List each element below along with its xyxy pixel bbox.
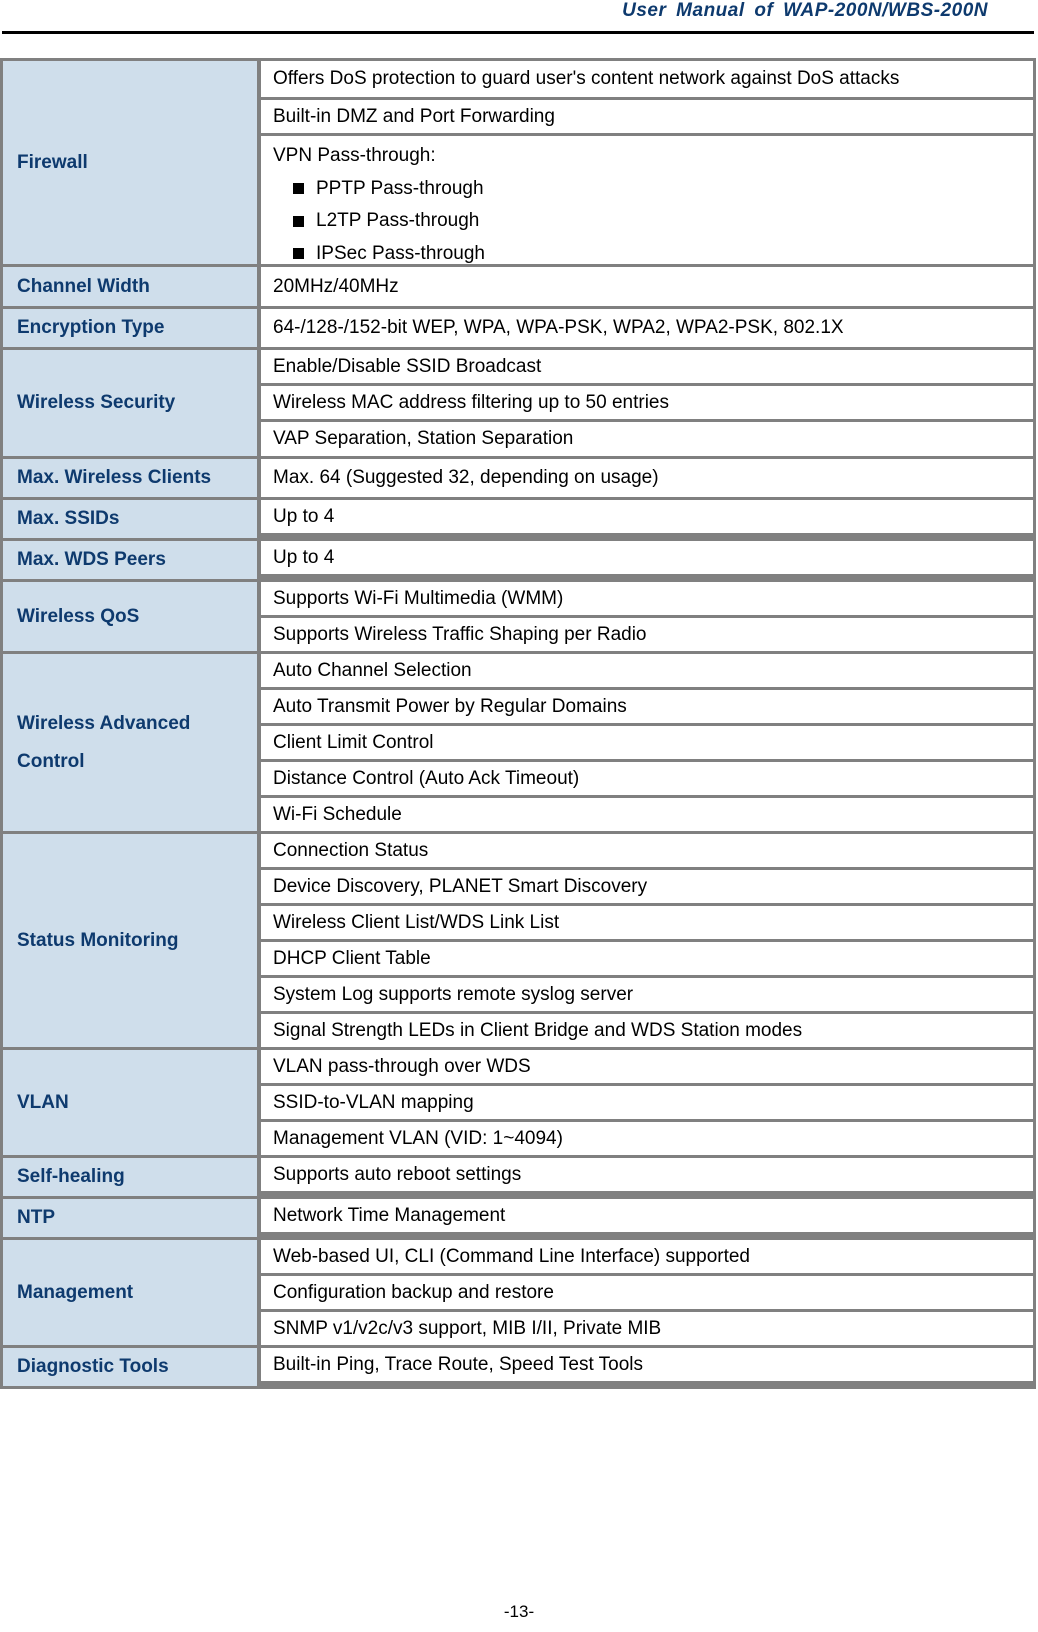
vpn-bullet-text: PPTP Pass-through [316,177,484,199]
spec-value: Built-in Ping, Trace Route, Speed Test T… [261,1348,1033,1381]
spec-label: Diagnostic Tools [3,1348,257,1386]
spec-value: Client Limit Control [261,726,1033,759]
spec-value: Management VLAN (VID: 1~4094) [261,1122,1033,1155]
spec-label: Channel Width [3,267,257,306]
spec-value: Auto Transmit Power by Regular Domains [261,690,1033,723]
spec-value: SNMP v1/v2c/v3 support, MIB I/II, Privat… [261,1312,1033,1345]
spec-label: NTP [3,1199,257,1237]
spec-group: Max. WDS Peers Up to 4 [3,541,1036,579]
spec-value: Enable/Disable SSID Broadcast [261,350,1033,383]
spec-group: Management Web-based UI, CLI (Command Lin… [3,1240,1036,1345]
vpn-bullet-item: IPSec Pass-through [273,238,1021,271]
vpn-bullet-item: L2TP Pass-through [273,205,1021,238]
spec-value: Network Time Management [261,1199,1033,1232]
spec-label: Self-healing [3,1158,257,1196]
spec-value: VAP Separation, Station Separation [261,422,1033,456]
spec-label: Wireless Advanced Control [3,654,257,831]
spec-label: Max. WDS Peers [3,541,257,579]
page-number: -13- [503,1602,535,1621]
spec-value: Supports Wireless Traffic Shaping per Ra… [261,618,1033,651]
spec-group: Channel Width 20MHz/40MHz [3,267,1036,306]
spec-value: System Log supports remote syslog server [261,978,1033,1011]
spec-group: Encryption Type 64-/128-/152-bit WEP, WPA… [3,309,1036,347]
vpn-bullet-text: L2TP Pass-through [316,210,480,231]
spec-label: Encryption Type [3,309,257,347]
spec-group: Wireless QoS Supports Wi-Fi Multimedia (W… [3,582,1036,651]
spec-value: Wireless MAC address filtering up to 50 … [261,386,1033,419]
spec-value: Web-based UI, CLI (Command Line Interfac… [261,1240,1033,1273]
header-rule [2,31,1034,34]
spec-value: Supports Wi-Fi Multimedia (WMM) [261,582,1033,615]
vpn-title: VPN Pass-through: [273,145,436,166]
spec-value: Connection Status [261,834,1033,867]
spec-label: VLAN [3,1050,257,1155]
spec-value: Signal Strength LEDs in Client Bridge an… [261,1014,1033,1047]
spec-table: Firewall Offers DoS protection to guard u… [0,58,1036,1389]
spec-group: Wireless Advanced Control Auto Channel Se… [3,654,1036,831]
square-bullet-icon [293,215,304,227]
spec-value: 64-/128-/152-bit WEP, WPA, WPA-PSK, WPA2… [261,309,1033,347]
spec-label: Max. SSIDs [3,500,257,538]
spec-label: Max. Wireless Clients [3,459,257,497]
spec-group: Wireless Security Enable/Disable SSID Bro… [3,350,1036,456]
spec-group: Max. SSIDs Up to 4 [3,500,1036,538]
spec-label: Wireless Security [3,350,257,456]
spec-value: Device Discovery, PLANET Smart Discovery [261,870,1033,903]
spec-value: Configuration backup and restore [261,1276,1033,1309]
spec-group: Firewall Offers DoS protection to guard u… [3,61,1036,264]
spec-value: Max. 64 (Suggested 32, depending on usag… [261,459,1033,497]
square-bullet-icon [293,183,304,195]
spec-group: Self-healing Supports auto reboot setting… [3,1158,1036,1196]
spec-value: 20MHz/40MHz [261,267,1033,306]
page-header-title: User Manual of WAP-200N/WBS-200N [622,0,988,21]
spec-group: VLAN VLAN pass-through over WDS SSID-to-VL… [3,1050,1036,1155]
vpn-bullet-text: IPSec Pass-through [316,242,485,264]
spec-value: Distance Control (Auto Ack Timeout) [261,762,1033,795]
spec-value: Auto Channel Selection [261,654,1033,687]
spec-value: Offers DoS protection to guard user's co… [261,61,1033,97]
vpn-passthrough-cell: VPN Pass-through: PPTP Pass-through L2TP P… [261,136,1033,264]
spec-group: Diagnostic Tools Built-in Ping, Trace Rou… [3,1348,1036,1386]
spec-label: Status Monitoring [3,834,257,1047]
spec-group: NTP Network Time Management [3,1199,1036,1237]
spec-value: Wireless Client List/WDS Link List [261,906,1033,939]
spec-label: Management [3,1240,257,1345]
spec-value: VLAN pass-through over WDS [261,1050,1033,1083]
spec-value: Wi-Fi Schedule [261,798,1033,831]
spec-group: Status Monitoring Connection Status Device… [3,834,1036,1047]
spec-label: Firewall [3,61,257,264]
spec-value: SSID-to-VLAN mapping [261,1086,1033,1119]
spec-value: Up to 4 [261,541,1033,574]
spec-value: Up to 4 [261,500,1033,533]
spec-value: Built-in DMZ and Port Forwarding [261,100,1033,133]
spec-group: Max. Wireless Clients Max. 64 (Suggested … [3,459,1036,497]
spec-label: Wireless QoS [3,582,257,651]
spec-value: Supports auto reboot settings [261,1158,1033,1191]
square-bullet-icon [293,248,304,260]
spec-value: DHCP Client Table [261,942,1033,975]
vpn-bullet-item: PPTP Pass-through [273,173,1021,206]
